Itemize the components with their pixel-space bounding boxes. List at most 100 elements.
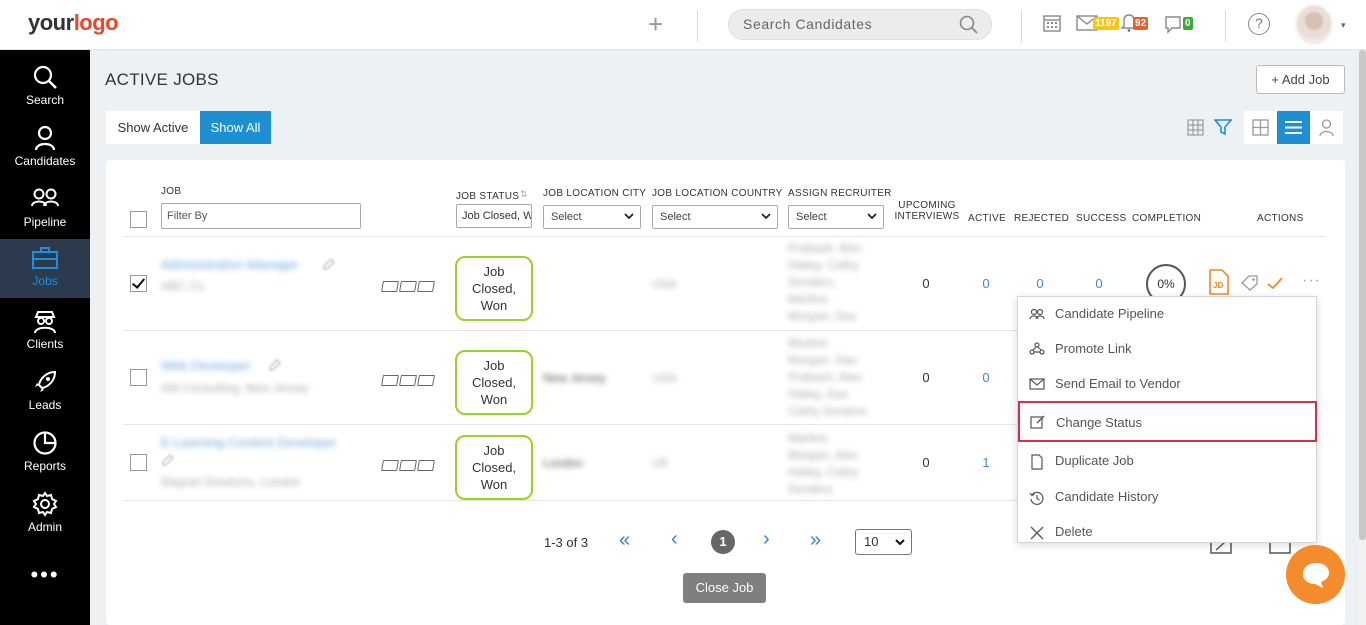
edit-icon[interactable] xyxy=(161,453,175,467)
chevron-down-icon xyxy=(624,213,634,220)
pagination-range: 1-3 of 3 xyxy=(544,535,589,550)
actions-dropdown-menu: Candidate Pipeline Promote Link Send Ema… xyxy=(1017,296,1317,543)
active-count[interactable]: 1 xyxy=(971,455,1001,470)
scrollbar-thumb[interactable] xyxy=(1359,50,1366,540)
menu-item-promote-link[interactable]: Promote Link xyxy=(1018,332,1316,366)
mail-badge: 1197 xyxy=(1093,17,1119,30)
row-checkbox[interactable] xyxy=(130,369,147,386)
column-header-city[interactable]: JOB LOCATION CITY xyxy=(543,188,646,199)
menu-item-delete[interactable]: Delete xyxy=(1018,515,1316,549)
first-page-icon[interactable]: « xyxy=(619,530,630,550)
sidebar-item-pipeline[interactable]: Pipeline xyxy=(0,180,90,238)
upcoming-count: 0 xyxy=(922,276,930,291)
quick-add-icon[interactable]: + xyxy=(648,11,663,37)
job-title-link[interactable]: E-Learning Content Developer xyxy=(161,434,337,451)
rocket-icon xyxy=(35,370,57,392)
sidebar-item-jobs[interactable]: Jobs xyxy=(0,239,90,298)
column-header-country[interactable]: JOB LOCATION COUNTRY xyxy=(652,188,783,199)
success-count[interactable]: 0 xyxy=(1084,276,1114,291)
column-header-recruiter[interactable]: ASSIGN RECRUITER xyxy=(788,188,892,199)
tag-icon[interactable] xyxy=(1241,275,1259,291)
logo[interactable]: yourlogo xyxy=(28,10,119,36)
menu-item-candidate-history[interactable]: Candidate History xyxy=(1018,480,1316,514)
menu-item-send-email[interactable]: Send Email to Vendor xyxy=(1018,367,1316,401)
more-menu-icon[interactable]: ••• xyxy=(0,562,90,588)
sidebar-item-label: Leads xyxy=(28,398,62,412)
recruiter-list: Marlton Morgan, Alex Hailey, Cathy Senders xyxy=(788,431,859,496)
sidebar-item-clients[interactable]: Clients xyxy=(0,302,90,360)
help-icon[interactable]: ? xyxy=(1248,13,1270,35)
pipeline-icon xyxy=(1029,308,1045,320)
menu-item-candidate-pipeline[interactable]: Candidate Pipeline xyxy=(1018,297,1316,331)
job-title-link[interactable]: Administration Manager xyxy=(161,256,298,273)
status-filter-input[interactable]: Job Closed, W xyxy=(456,204,532,228)
filter-icon[interactable] xyxy=(1214,118,1232,136)
add-job-button[interactable]: + Add Job xyxy=(1256,65,1345,94)
chat-widget-button[interactable] xyxy=(1286,545,1345,604)
user-view-button[interactable] xyxy=(1310,111,1343,144)
edit-icon xyxy=(1030,415,1045,429)
sidebar-item-reports[interactable]: Reports xyxy=(0,424,90,482)
document-icon xyxy=(1031,454,1043,470)
list-view-button[interactable] xyxy=(1277,111,1310,144)
sidebar-item-search[interactable]: Search xyxy=(0,58,90,116)
close-job-button[interactable]: Close Job xyxy=(683,573,766,603)
job-title-link[interactable]: Web Developer xyxy=(161,357,250,374)
status-badge[interactable]: Job Closed, Won xyxy=(455,256,533,321)
check-icon[interactable] xyxy=(1267,276,1283,290)
edit-icon[interactable] xyxy=(268,358,282,372)
sidebar-item-label: Reports xyxy=(23,459,67,473)
avatar[interactable] xyxy=(1296,5,1332,45)
sidebar-item-label: Pipeline xyxy=(23,215,67,229)
column-settings-icon[interactable] xyxy=(1187,119,1204,136)
sidebar-item-leads[interactable]: Leads xyxy=(0,363,90,421)
divider xyxy=(697,10,698,42)
divider xyxy=(1225,10,1226,42)
country-select[interactable]: Select xyxy=(652,205,778,229)
search-input[interactable] xyxy=(743,16,953,32)
menu-item-change-status[interactable]: Change Status xyxy=(1018,401,1317,442)
chevron-down-icon[interactable]: ▾ xyxy=(1341,20,1346,31)
more-actions-icon[interactable]: ··· xyxy=(1302,272,1321,290)
divider xyxy=(124,330,1018,331)
rejected-count[interactable]: 0 xyxy=(1025,276,1055,291)
select-all-checkbox[interactable] xyxy=(130,211,147,228)
sort-icon[interactable]: ⇅ xyxy=(520,189,528,200)
status-badge[interactable]: Job Closed, Won xyxy=(455,435,533,500)
edit-icon[interactable] xyxy=(322,257,336,271)
column-header-upcoming: UPCOMING INTERVIEWS xyxy=(894,200,960,222)
top-bar: yourlogo + 1197 92 0 ? ▾ xyxy=(0,0,1366,50)
previous-page-icon[interactable]: ‹ xyxy=(671,529,678,549)
row-checkbox[interactable] xyxy=(130,275,147,292)
job-company: ABC Co xyxy=(161,279,205,293)
search-icon[interactable] xyxy=(959,15,979,35)
calendar-icon[interactable] xyxy=(1042,13,1062,33)
gear-icon xyxy=(32,491,58,517)
column-header-job-status[interactable]: JOB STATUS xyxy=(456,191,519,202)
page-scrollbar[interactable] xyxy=(1359,50,1366,625)
show-active-button[interactable]: Show Active xyxy=(106,111,200,144)
status-badge[interactable]: Job Closed, Won xyxy=(455,350,533,415)
last-page-icon[interactable]: » xyxy=(810,530,821,550)
city-select[interactable]: Select xyxy=(543,205,641,229)
menu-item-duplicate-job[interactable]: Duplicate Job xyxy=(1018,444,1316,478)
sidebar-item-admin[interactable]: Admin xyxy=(0,485,90,543)
job-filter-input[interactable]: Filter By xyxy=(161,203,361,229)
column-header-job[interactable]: JOB xyxy=(161,186,181,197)
recruiter-select[interactable]: Select xyxy=(788,205,884,229)
page-size-select[interactable]: 10 xyxy=(855,529,912,555)
user-icon xyxy=(34,125,56,151)
active-count[interactable]: 0 xyxy=(971,370,1001,385)
stage-indicators xyxy=(381,458,436,476)
search-box[interactable] xyxy=(728,9,992,40)
active-count[interactable]: 0 xyxy=(971,276,1001,291)
job-description-icon[interactable]: JD xyxy=(1209,269,1229,295)
row-checkbox[interactable] xyxy=(130,454,147,471)
sidebar-item-candidates[interactable]: Candidates xyxy=(0,119,90,177)
grid-view-button[interactable] xyxy=(1244,111,1277,144)
divider xyxy=(1021,10,1022,42)
chevron-down-icon xyxy=(895,539,905,546)
current-page[interactable]: 1 xyxy=(711,530,735,554)
next-page-icon[interactable]: › xyxy=(763,529,770,549)
show-all-button[interactable]: Show All xyxy=(200,111,271,144)
